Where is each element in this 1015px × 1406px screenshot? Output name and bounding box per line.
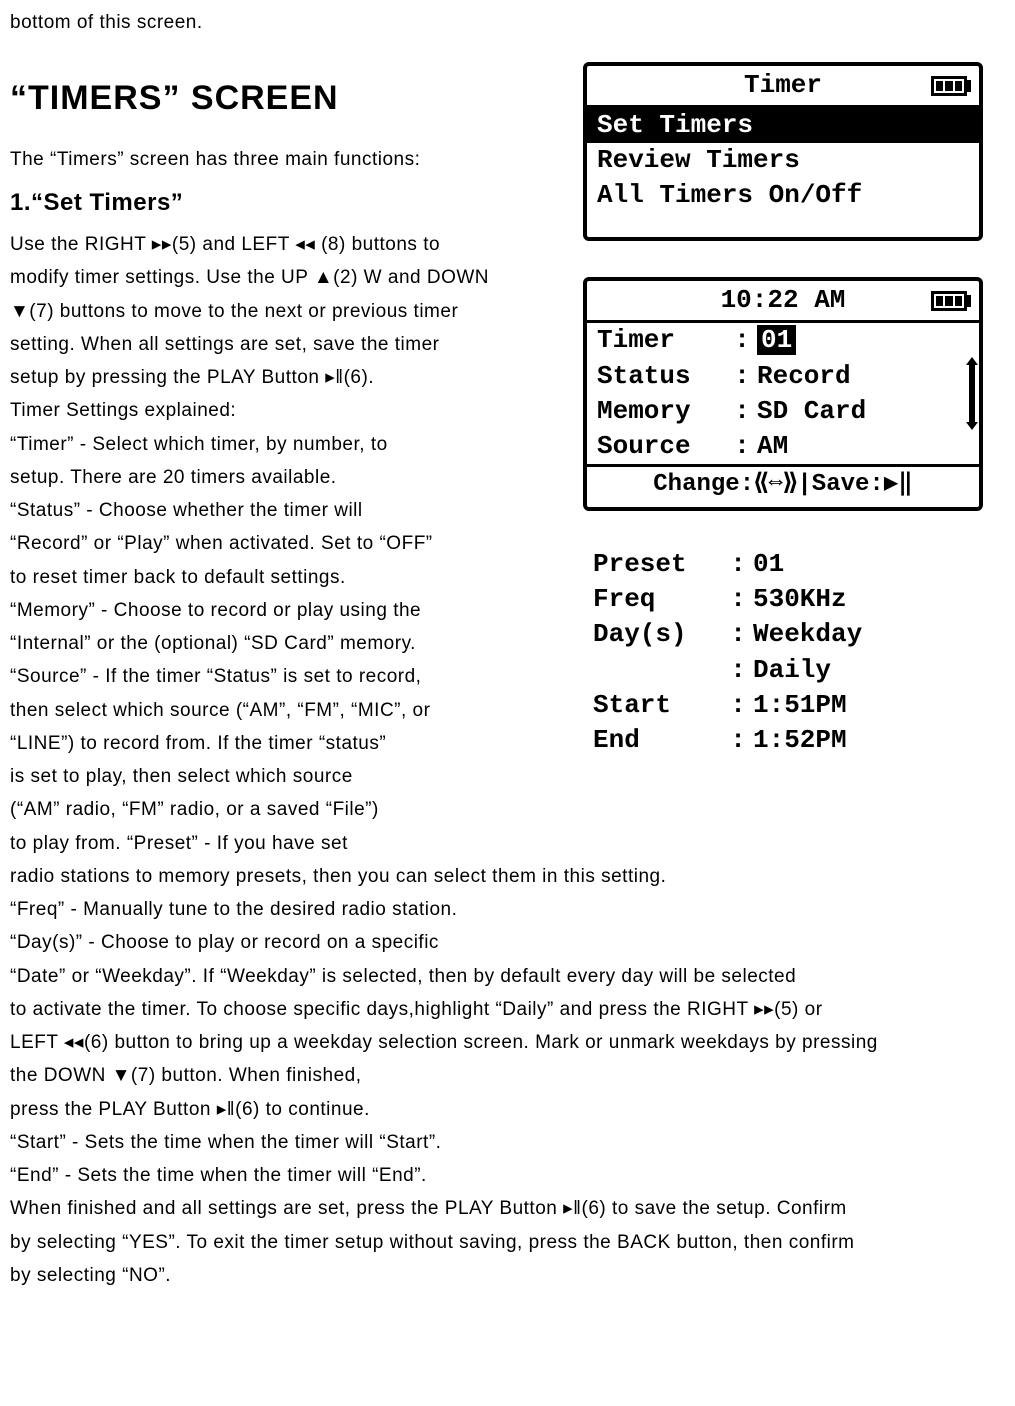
body-line: “Freq” - Manually tune to the desired ra… (10, 893, 1005, 926)
lcd-kv-row: Day(s):Weekday (583, 617, 983, 652)
body-line: Use the RIGHT ▸▸(5) and LEFT ◂◂ (8) butt… (10, 228, 530, 261)
body-line: “End” - Sets the time when the timer wil… (10, 1159, 1005, 1192)
body-line: When finished and all settings are set, … (10, 1192, 1005, 1225)
body-line: LEFT ◂◂(6) button to bring up a weekday … (10, 1026, 1005, 1059)
lcd-kv-row: :Daily (583, 653, 983, 688)
body-line: setting. When all settings are set, save… (10, 328, 530, 361)
lcd-timer-settings: 10:22 AM Timer:01Status:RecordMemory:SD … (583, 277, 983, 511)
body-line: by selecting “YES”. To exit the timer se… (10, 1226, 1005, 1259)
body-line: radio stations to memory presets, then y… (10, 860, 1005, 893)
body-line: modify timer settings. Use the UP ▲(2) W… (10, 261, 530, 294)
lcd-kv-row: Freq: 530KHz (583, 582, 983, 617)
body-line: “Internal” or the (optional) “SD Card” m… (10, 627, 530, 660)
lcd1-title: Timer (744, 70, 822, 100)
body-line: “Day(s)” - Choose to play or record on a… (10, 926, 1005, 959)
body-line: “Record” or “Play” when activated. Set t… (10, 527, 530, 560)
lcd-kv-row: Preset:01 (583, 547, 983, 582)
scrollbar-icon (969, 363, 975, 423)
lcd-kv-row: Source:AM (587, 429, 979, 464)
lcd-menu-item: All Timers On/Off (587, 178, 979, 213)
lcd2-footer: Change:⟪⇔⟫|Save:▶‖ (587, 464, 979, 503)
lcd-kv-row: Start: 1:51PM (583, 688, 983, 723)
body-line: the DOWN ▼(7) button. When finished, (10, 1059, 1005, 1092)
lcd2-clock: 10:22 AM (721, 285, 846, 315)
battery-icon (931, 76, 971, 96)
body-line: setup. There are 20 timers available. (10, 461, 530, 494)
battery-icon (931, 291, 971, 311)
body-line: to activate the timer. To choose specifi… (10, 993, 1005, 1026)
body-line: by selecting “NO”. (10, 1259, 1005, 1292)
body-line: “LINE”) to record from. If the timer “st… (10, 727, 530, 760)
body-line: to play from. “Preset” - If you have set (10, 827, 530, 860)
body-line: to reset timer back to default settings. (10, 561, 530, 594)
body-line: “Timer” - Select which timer, by number,… (10, 428, 530, 461)
body-line: “Date” or “Weekday”. If “Weekday” is sel… (10, 960, 1005, 993)
body-line: (“AM” radio, “FM” radio, or a saved “Fil… (10, 793, 530, 826)
body-line: then select which source (“AM”, “FM”, “M… (10, 694, 530, 727)
body-line: ▼(7) buttons to move to the next or prev… (10, 295, 530, 328)
lcd-figure-stack: Timer Set TimersReview TimersAll Timers … (583, 62, 983, 758)
body-line: is set to play, then select which source (10, 760, 530, 793)
body-line: “Start” - Sets the time when the timer w… (10, 1126, 1005, 1159)
lcd-menu-item: Set Timers (587, 108, 979, 143)
lcd-menu-item: Review Timers (587, 143, 979, 178)
body-line: press the PLAY Button ▸‖(6) to continue. (10, 1093, 1005, 1126)
body-line: “Source” - If the timer “Status” is set … (10, 660, 530, 693)
lcd-kv-row: Status:Record (587, 359, 979, 394)
intro-tail: bottom of this screen. (10, 6, 1005, 39)
lcd-kv-row: Timer:01 (587, 323, 979, 358)
lcd-kv-row: End: 1:52PM (583, 723, 983, 758)
body-line: “Memory” - Choose to record or play usin… (10, 594, 530, 627)
body-line: Timer Settings explained: (10, 394, 530, 427)
body-line: setup by pressing the PLAY Button ▸‖(6). (10, 361, 530, 394)
lcd-timer-menu: Timer Set TimersReview TimersAll Timers … (583, 62, 983, 241)
lcd-kv-row: Memory:SD Card (587, 394, 979, 429)
body-line: “Status” - Choose whether the timer will (10, 494, 530, 527)
lcd-timer-settings-continued: Preset:01Freq: 530KHzDay(s):Weekday:Dail… (583, 547, 983, 758)
